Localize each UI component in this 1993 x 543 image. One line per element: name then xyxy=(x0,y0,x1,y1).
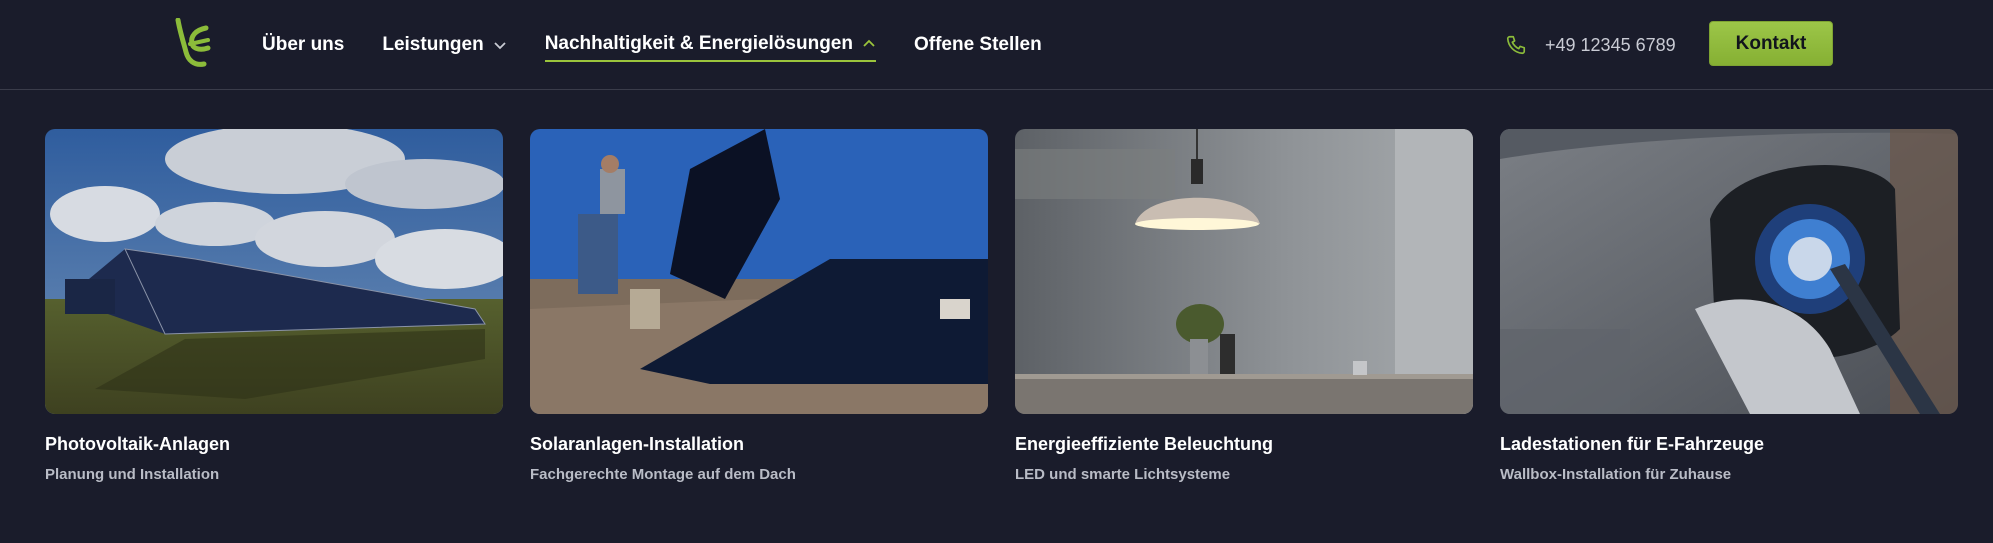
phone-contact[interactable]: +49 12345 6789 xyxy=(1505,0,1676,90)
chevron-up-icon xyxy=(863,39,875,47)
service-card-ladestationen[interactable]: Ladestationen für E-Fahrzeuge Wallbox-In… xyxy=(1500,129,1958,483)
phone-icon xyxy=(1506,35,1526,55)
chevron-down-icon xyxy=(494,42,506,50)
pendant-lamp-image xyxy=(1015,129,1473,414)
nav-item-leistungen[interactable]: Leistungen xyxy=(382,28,506,62)
service-card-beleuchtung[interactable]: Energieeffiziente Beleuchtung LED und sm… xyxy=(1015,129,1473,483)
card-title: Solaranlagen-Installation xyxy=(530,434,745,454)
logo-icon xyxy=(175,17,211,67)
card-subtitle: LED und smarte Lichtsysteme xyxy=(1015,466,1231,483)
card-title: Ladestationen für E-Fahrzeuge xyxy=(1500,434,1765,454)
card-title: Energieeffiziente Beleuchtung xyxy=(1015,434,1274,454)
site-header: Über uns Leistungen Nachhaltigkeit & Ene… xyxy=(0,0,1993,90)
logo[interactable] xyxy=(170,17,216,70)
nav-item-label: Leistungen xyxy=(382,34,484,55)
nav-item-offene-stellen[interactable]: Offene Stellen xyxy=(914,28,1042,62)
card-subtitle: Planung und Installation xyxy=(45,466,220,483)
roof-installation-image xyxy=(530,129,988,414)
card-title: Photovoltaik-Anlagen xyxy=(45,434,231,454)
nav-item-label: Über uns xyxy=(262,34,345,55)
service-cards: Photovoltaik-Anlagen Planung und Install… xyxy=(45,129,1985,483)
nav-item-label: Nachhaltigkeit & Energielösungen xyxy=(544,33,853,54)
card-subtitle: Fachgerechte Montage auf dem Dach xyxy=(530,466,796,483)
main-nav: Über uns Leistungen Nachhaltigkeit & Ene… xyxy=(262,0,1080,90)
nav-item-ueber-uns[interactable]: Über uns xyxy=(262,28,344,62)
nav-item-label: Offene Stellen xyxy=(913,34,1042,55)
ev-charger-image xyxy=(1500,129,1958,414)
nav-item-nachhaltigkeit[interactable]: Nachhaltigkeit & Energielösungen xyxy=(544,28,876,62)
service-card-photovoltaik[interactable]: Photovoltaik-Anlagen Planung und Install… xyxy=(45,129,503,483)
solar-field-image xyxy=(45,129,503,414)
kontakt-button[interactable]: Kontakt xyxy=(1709,21,1833,66)
phone-number: +49 12345 6789 xyxy=(1545,34,1676,55)
card-subtitle: Wallbox-Installation für Zuhause xyxy=(1500,466,1732,483)
service-card-solaranlagen[interactable]: Solaranlagen-Installation Fachgerechte M… xyxy=(530,129,988,483)
